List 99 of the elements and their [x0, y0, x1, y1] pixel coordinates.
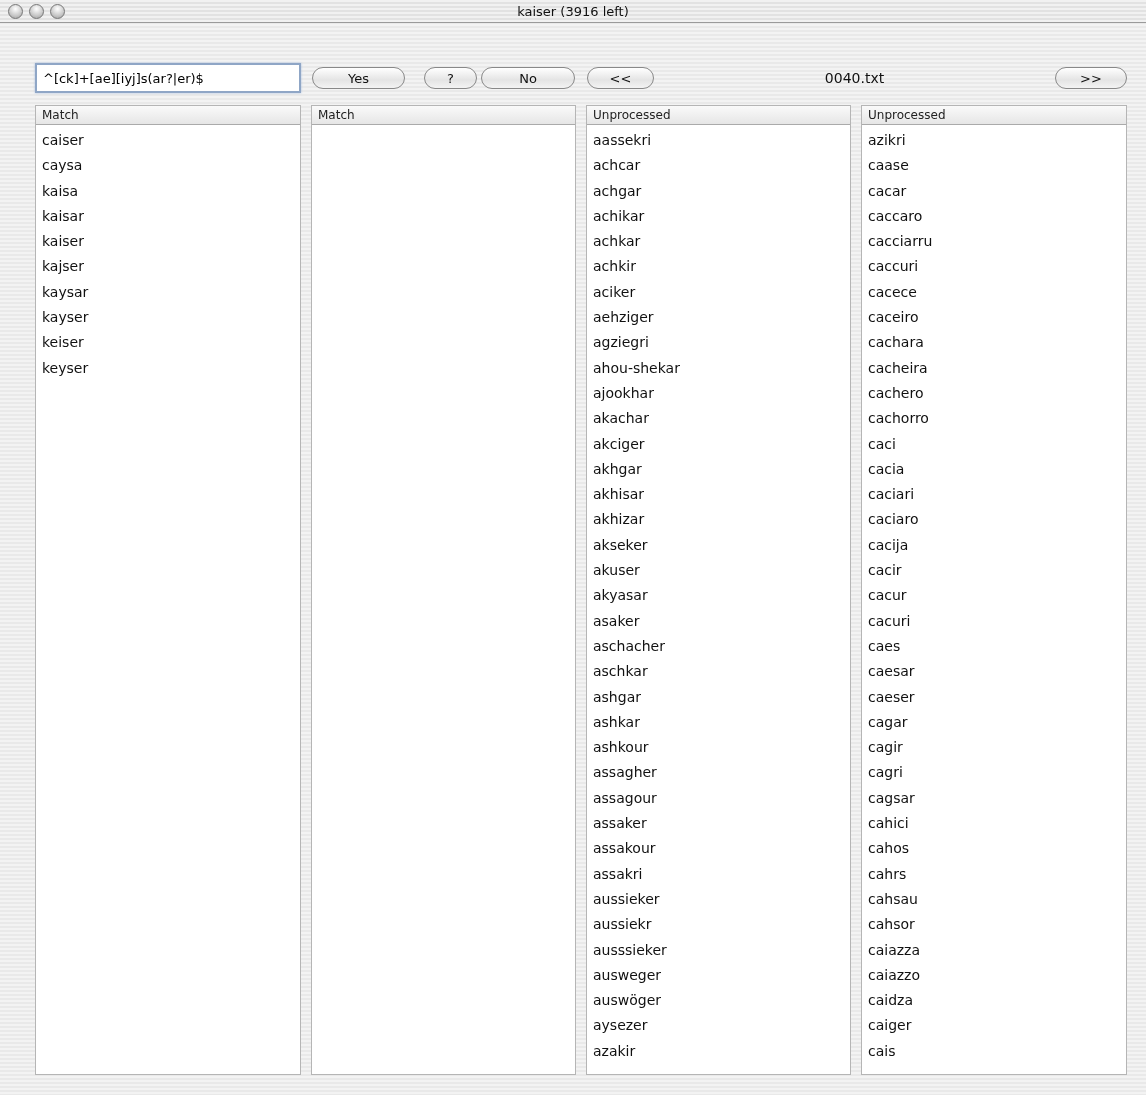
list-item[interactable]: caeser: [862, 684, 1126, 710]
list-item[interactable]: cacur: [862, 583, 1126, 609]
window-title: kaiser (3916 left): [517, 3, 629, 19]
list-item[interactable]: aehziger: [587, 305, 850, 331]
list-item[interactable]: cacia: [862, 456, 1126, 483]
list-item[interactable]: caysa: [36, 153, 300, 179]
pattern-field[interactable]: ^[ck]+[ae][iyj]s(ar?|er)$: [35, 63, 301, 93]
list-item[interactable]: ausweger: [587, 962, 850, 989]
list-item[interactable]: akhisar: [587, 482, 850, 508]
list-item[interactable]: cais: [862, 1038, 1126, 1064]
list-item[interactable]: cachorro: [862, 406, 1126, 432]
list-item[interactable]: achikar: [587, 203, 850, 230]
column-header: Match: [312, 106, 575, 125]
list-item[interactable]: ajookhar: [587, 380, 850, 407]
list-item[interactable]: achgar: [587, 178, 850, 204]
list-item[interactable]: aschkar: [587, 659, 850, 685]
list-item[interactable]: keyser: [36, 355, 300, 381]
list-item[interactable]: caiazza: [862, 937, 1126, 963]
list-item[interactable]: caciaro: [862, 507, 1126, 533]
list-item[interactable]: cahos: [862, 836, 1126, 862]
list-item[interactable]: cachara: [862, 330, 1126, 356]
list-item[interactable]: kaisa: [36, 178, 300, 204]
list-item[interactable]: assaker: [587, 811, 850, 837]
list-item[interactable]: auswöger: [587, 988, 850, 1014]
list-item[interactable]: cahrs: [862, 861, 1126, 887]
list-item[interactable]: akuser: [587, 558, 850, 584]
list-item[interactable]: caes: [862, 633, 1126, 660]
list-item[interactable]: akhizar: [587, 507, 850, 533]
list-item[interactable]: cacciarru: [862, 229, 1126, 255]
list-item[interactable]: aussiekr: [587, 912, 850, 938]
column-header: Unprocessed: [862, 106, 1126, 125]
list-item[interactable]: aussieker: [587, 886, 850, 913]
list-item[interactable]: cahici: [862, 811, 1126, 837]
list-item[interactable]: achcar: [587, 153, 850, 179]
list-item[interactable]: cagir: [862, 735, 1126, 761]
list-item[interactable]: cahsor: [862, 912, 1126, 938]
list-item[interactable]: caciari: [862, 482, 1126, 508]
list-item[interactable]: caccuri: [862, 254, 1126, 280]
no-button[interactable]: No: [481, 67, 575, 89]
list-item[interactable]: kayser: [36, 305, 300, 331]
list-item[interactable]: cagar: [862, 709, 1126, 736]
next-button[interactable]: >>: [1055, 67, 1127, 89]
file-name: 0040.txt: [823, 70, 886, 86]
list-item[interactable]: cahsau: [862, 886, 1126, 913]
list-item[interactable]: aciker: [587, 279, 850, 306]
list-item[interactable]: cacheira: [862, 355, 1126, 381]
list-item[interactable]: cachero: [862, 380, 1126, 407]
list-item[interactable]: aschacher: [587, 633, 850, 660]
list-item[interactable]: cacece: [862, 279, 1126, 306]
list-item[interactable]: cagsar: [862, 785, 1126, 811]
list-item[interactable]: kaisar: [36, 203, 300, 230]
list-item[interactable]: kaysar: [36, 279, 300, 306]
window-control-icon[interactable]: [50, 3, 65, 19]
column-header: Match: [36, 106, 300, 125]
list-item[interactable]: caiser: [36, 128, 300, 154]
list-item[interactable]: cacar: [862, 178, 1126, 204]
list-item[interactable]: ashkour: [587, 735, 850, 761]
list-item[interactable]: aysezer: [587, 1013, 850, 1039]
list-item[interactable]: cacuri: [862, 608, 1126, 634]
list-item[interactable]: kajser: [36, 254, 300, 280]
list-item[interactable]: caci: [862, 431, 1126, 457]
list-item[interactable]: agziegri: [587, 330, 850, 356]
list-item[interactable]: cacir: [862, 558, 1126, 584]
list-item[interactable]: akhgar: [587, 456, 850, 483]
list-item[interactable]: azikri: [862, 128, 1126, 154]
list-item[interactable]: achkar: [587, 229, 850, 255]
list-item[interactable]: ashgar: [587, 684, 850, 710]
help-button[interactable]: ?: [424, 67, 477, 89]
list-item[interactable]: ausssieker: [587, 937, 850, 963]
list-item[interactable]: akseker: [587, 532, 850, 559]
list-item[interactable]: assakour: [587, 836, 850, 862]
column-header: Unprocessed: [587, 106, 850, 125]
list-item[interactable]: kaiser: [36, 229, 300, 255]
list-item[interactable]: caccaro: [862, 203, 1126, 230]
list-item[interactable]: achkir: [587, 254, 850, 280]
list-item[interactable]: akachar: [587, 406, 850, 432]
yes-button[interactable]: Yes: [312, 67, 405, 89]
prev-button[interactable]: <<: [587, 67, 654, 89]
list-item[interactable]: caidza: [862, 988, 1126, 1014]
list-item[interactable]: akyasar: [587, 583, 850, 609]
window-control-icon[interactable]: [8, 3, 23, 19]
list-item[interactable]: caceiro: [862, 305, 1126, 331]
list-item[interactable]: cacija: [862, 532, 1126, 559]
list-item[interactable]: keiser: [36, 330, 300, 356]
list-item[interactable]: caase: [862, 153, 1126, 179]
list-item[interactable]: assagher: [587, 760, 850, 786]
list-item[interactable]: caiazzo: [862, 962, 1126, 989]
list-item[interactable]: caesar: [862, 659, 1126, 685]
list-item[interactable]: azakir: [587, 1038, 850, 1064]
list-item[interactable]: aassekri: [587, 128, 850, 154]
list-item[interactable]: assagour: [587, 785, 850, 811]
list-item[interactable]: ahou-shekar: [587, 355, 850, 381]
list-item[interactable]: akciger: [587, 431, 850, 457]
list-item[interactable]: caiger: [862, 1013, 1126, 1039]
list-item[interactable]: assakri: [587, 861, 850, 887]
list-item[interactable]: ashkar: [587, 709, 850, 736]
list-item[interactable]: asaker: [587, 608, 850, 634]
list-item[interactable]: cagri: [862, 760, 1126, 786]
window-control-icon[interactable]: [29, 3, 44, 19]
